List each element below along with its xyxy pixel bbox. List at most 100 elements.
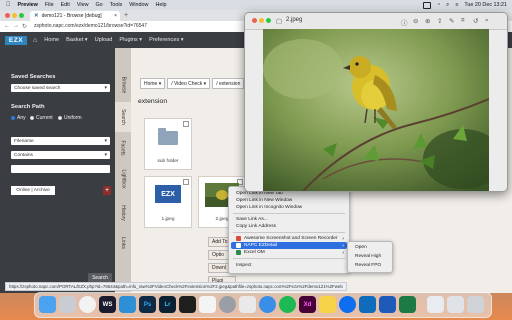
safari-icon[interactable] (259, 296, 276, 313)
menu-excel-om[interactable]: Excel OM › (231, 249, 347, 256)
zoom-out-icon[interactable]: ⊖ (413, 17, 418, 25)
home-icon[interactable]: ⌂ (33, 37, 37, 44)
menu-awesome-screenshot[interactable]: Awesome Screenshot and Screen Recorder › (231, 235, 347, 242)
add-criteria-button[interactable]: + (103, 186, 111, 195)
preview-icon[interactable] (239, 296, 256, 313)
menu-view[interactable]: View (77, 2, 89, 8)
clock[interactable]: Tue 20 Dec 13:21 (464, 2, 507, 8)
tab-browse[interactable]: Browse (115, 70, 131, 100)
zoom-window-icon[interactable] (19, 13, 24, 18)
sidebar-toggle-icon[interactable]: ▢ (276, 17, 282, 25)
nav-preferences[interactable]: Preferences ▾ (149, 37, 184, 43)
browser-tab[interactable]: ✕ demo121 - Browse [debug] × (30, 11, 120, 21)
search-value-input[interactable] (11, 165, 110, 173)
close-window-icon[interactable] (5, 13, 10, 18)
close-window-icon[interactable] (252, 18, 257, 23)
wifi-icon[interactable]: ◔ (437, 2, 440, 8)
xd-icon[interactable]: Xd (299, 296, 316, 313)
lightroom-icon[interactable]: Lr (159, 296, 176, 313)
zoom-window-icon[interactable] (266, 18, 271, 23)
share-icon[interactable]: ⇪ (437, 17, 442, 25)
menu-copy-link-address[interactable]: Copy Link Address (231, 223, 347, 230)
operator-select[interactable]: Contains ▾ (11, 151, 110, 159)
battery-icon[interactable] (422, 1, 431, 9)
tab-search[interactable]: Search (115, 102, 131, 132)
breadcrumb-home[interactable]: Home ▾ (140, 78, 166, 89)
submenu-reveal-high[interactable]: Reveal High (350, 253, 390, 260)
menu-tools[interactable]: Tools (110, 2, 123, 8)
radio-dot[interactable] (58, 116, 62, 120)
info-icon[interactable]: ⓘ (401, 17, 408, 27)
ezx-logo[interactable]: EZX (5, 35, 27, 45)
menu-open-incognito[interactable]: Open Link in Incognito Window (231, 204, 347, 211)
submenu-reveal-fpo[interactable]: Reveal FPO (350, 262, 390, 269)
markup-icon[interactable]: ✎ (449, 17, 454, 25)
tab-facets[interactable]: Facets (115, 134, 131, 162)
nav-upload[interactable]: Upload (95, 37, 113, 43)
breadcrumb-video-check[interactable]: / Video Check ▾ (167, 78, 211, 89)
search-icon[interactable]: ⌕ (446, 2, 449, 9)
submenu-open[interactable]: Open (350, 244, 390, 251)
radio-uniform[interactable]: Uniform (58, 115, 82, 121)
photoshop-icon[interactable]: Ps (139, 296, 156, 313)
radio-current[interactable]: Current (30, 115, 53, 121)
select-checkbox[interactable] (183, 121, 189, 127)
downloads-icon[interactable] (447, 296, 464, 313)
search-button[interactable]: Search (88, 273, 112, 282)
apple-icon[interactable]:  (6, 2, 11, 8)
crop-icon[interactable]: ⌗ (461, 17, 465, 25)
finder-icon[interactable] (39, 296, 56, 313)
nav-plugins[interactable]: Plugins ▾ (119, 37, 142, 43)
select-checkbox[interactable] (183, 179, 189, 185)
vscode-icon[interactable] (119, 296, 136, 313)
tile-sub-folder[interactable]: sub folder (144, 118, 192, 170)
search-icon[interactable]: ⌕ (485, 17, 489, 25)
reload-icon[interactable]: ↻ (22, 23, 27, 30)
notes-icon[interactable] (319, 296, 336, 313)
new-tab-button[interactable]: + (124, 12, 128, 19)
terminal-icon[interactable] (179, 296, 196, 313)
menu-save-link-as[interactable]: Save Link As... (231, 216, 347, 223)
radio-dot[interactable] (30, 116, 34, 120)
folder-icon[interactable] (427, 296, 444, 313)
minimize-window-icon[interactable] (259, 18, 264, 23)
forward-icon[interactable]: → (13, 23, 19, 29)
tab-history[interactable]: History (115, 198, 131, 228)
tab-close-icon[interactable]: × (114, 13, 117, 19)
teamviewer-icon[interactable] (339, 296, 356, 313)
menu-app-name[interactable]: Preview (18, 2, 38, 8)
field-select[interactable]: Filename ▾ (11, 137, 110, 145)
menu-inspect[interactable]: Inspect (231, 262, 347, 269)
excel-icon[interactable] (399, 296, 416, 313)
radio-dot[interactable] (11, 116, 15, 120)
webstorm-icon[interactable]: WS (99, 296, 116, 313)
online-archive-button[interactable]: Online | Archive (11, 186, 55, 195)
launchpad-icon[interactable] (59, 296, 76, 313)
menu-open-new-window[interactable]: Open Link in New Window (231, 197, 347, 204)
tile-1-jpeg[interactable]: EZX 1.jpeg (144, 176, 192, 228)
chrome-icon[interactable] (79, 296, 96, 313)
menu-file[interactable]: File (45, 2, 54, 8)
minimize-window-icon[interactable] (12, 13, 17, 18)
spotify-icon[interactable] (279, 296, 296, 313)
zoom-in-icon[interactable]: ⊕ (425, 17, 430, 25)
saved-search-select[interactable]: Choose saved search ▾ (11, 84, 110, 92)
settings-icon[interactable] (219, 296, 236, 313)
tab-lightbox[interactable]: Lightbox (115, 164, 131, 194)
rotate-icon[interactable]: ↺ (473, 17, 478, 25)
menu-napc-ezdetail[interactable]: NAPC EZDetail › (231, 242, 347, 249)
menu-window[interactable]: Window (129, 2, 148, 8)
nav-home[interactable]: Home (44, 37, 59, 43)
word-icon[interactable] (379, 296, 396, 313)
radio-any[interactable]: Any (11, 115, 26, 121)
menu-help[interactable]: Help (155, 2, 166, 8)
breadcrumb-extension[interactable]: / extension (212, 78, 245, 89)
outlook-icon[interactable] (359, 296, 376, 313)
menu-edit[interactable]: Edit (61, 2, 70, 8)
back-icon[interactable]: ← (4, 23, 10, 29)
trash-icon[interactable] (467, 296, 484, 313)
menu-go[interactable]: Go (95, 2, 102, 8)
slack-icon[interactable] (199, 296, 216, 313)
control-center-icon[interactable]: ≡ (455, 2, 458, 8)
tab-links[interactable]: Links (115, 230, 131, 256)
